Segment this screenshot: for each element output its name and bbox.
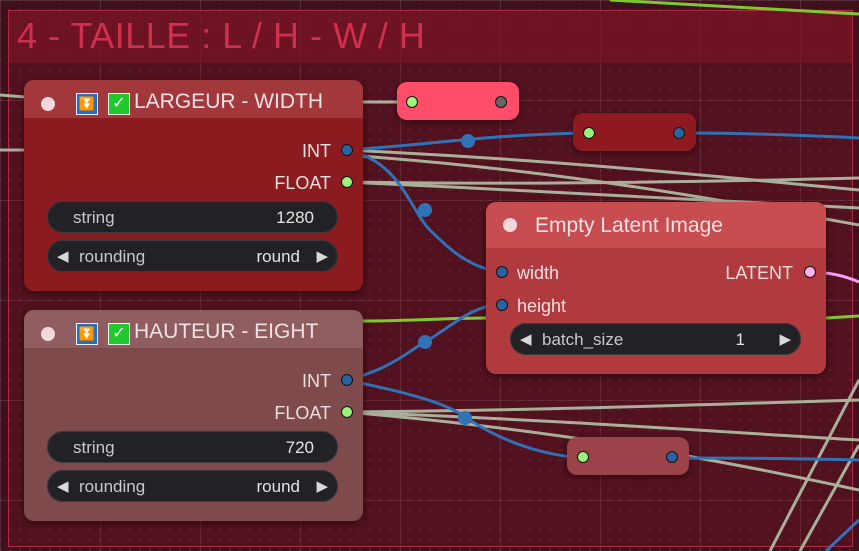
reroute-input-slot[interactable] [406, 96, 418, 108]
width-node-title: LARGEUR - WIDTH [134, 90, 323, 113]
height-int-slot[interactable] [341, 374, 353, 386]
reroute-input-slot[interactable] [577, 451, 589, 463]
left-triangle-icon[interactable]: ◀ [57, 247, 69, 265]
node-graph-canvas[interactable]: 4 - TAILLE : L / H - W / H ⏬ ✓ LARGEUR -… [0, 0, 859, 551]
left-triangle-icon[interactable]: ◀ [520, 330, 532, 348]
width-string-widget[interactable]: string 1280 [47, 201, 338, 233]
latent-batch-size-widget[interactable]: ◀ batch_size 1 ▶ [510, 323, 801, 355]
widget-label: rounding [79, 477, 146, 496]
node-collapse-dot[interactable] [503, 218, 517, 232]
width-rounding-widget[interactable]: ◀ rounding round ▶ [47, 240, 338, 272]
height-node-title-bar[interactable]: ⏬ ✓ HAUTEUR - EIGHT [24, 310, 363, 348]
reroute-node-pink[interactable] [397, 82, 519, 120]
widget-value: round [256, 477, 300, 496]
reroute-output-slot[interactable] [673, 127, 685, 139]
link-midpoint [461, 134, 475, 148]
node-collapse-dot[interactable] [41, 327, 55, 341]
right-triangle-icon[interactable]: ▶ [316, 247, 328, 265]
link-green-mid [361, 316, 491, 323]
right-triangle-icon[interactable]: ▶ [316, 477, 328, 495]
double-chevron-down-icon[interactable]: ⏬ [76, 323, 98, 345]
height-float-slot[interactable] [341, 406, 353, 418]
latent-height-label: height [517, 296, 567, 316]
width-int-label: INT [302, 141, 331, 161]
checkmark-icon[interactable]: ✓ [108, 323, 130, 345]
width-float-slot[interactable] [341, 176, 353, 188]
link-int-reroute-out [679, 131, 859, 140]
height-node-title: HAUTEUR - EIGHT [134, 320, 319, 343]
height-rounding-widget[interactable]: ◀ rounding round ▶ [47, 470, 338, 502]
reroute-input-slot[interactable] [583, 127, 595, 139]
reroute-node-dark[interactable] [573, 113, 696, 151]
link-green-top [609, 0, 859, 16]
width-int-slot[interactable] [341, 144, 353, 156]
width-node-title-bar[interactable]: ⏬ ✓ LARGEUR - WIDTH [24, 80, 363, 118]
link-float-h-1 [345, 398, 859, 414]
reroute-node-brown[interactable] [567, 437, 689, 475]
height-int-label: INT [302, 371, 331, 391]
double-chevron-down-icon[interactable]: ⏬ [76, 93, 98, 115]
checkmark-icon[interactable]: ✓ [108, 93, 130, 115]
link-float-left-top [0, 93, 26, 99]
height-string-widget[interactable]: string 720 [47, 431, 338, 463]
link-green-right [825, 314, 859, 320]
reroute-output-slot[interactable] [666, 451, 678, 463]
latent-width-input-slot[interactable] [496, 266, 508, 278]
height-float-label: FLOAT [274, 403, 331, 423]
widget-label: string [73, 438, 115, 457]
height-node[interactable]: ⏬ ✓ HAUTEUR - EIGHT INT FLOAT string 720… [24, 310, 363, 521]
latent-node-title-bar[interactable]: Empty Latent Image [486, 202, 826, 248]
left-triangle-icon[interactable]: ◀ [57, 477, 69, 495]
link-blue-bottom [824, 518, 859, 551]
latent-height-input-slot[interactable] [496, 299, 508, 311]
node-collapse-dot[interactable] [41, 97, 55, 111]
widget-label: string [73, 208, 115, 227]
widget-label: rounding [79, 247, 146, 266]
width-node[interactable]: ⏬ ✓ LARGEUR - WIDTH INT FLOAT string 128… [24, 80, 363, 291]
link-float-h-2 [345, 410, 859, 442]
latent-output-slot[interactable] [804, 266, 816, 278]
widget-value: 1 [735, 330, 745, 349]
widget-value: round [256, 247, 300, 266]
link-midpoint [418, 203, 432, 217]
widget-label: batch_size [542, 330, 624, 349]
reroute-output-slot[interactable] [495, 96, 507, 108]
widget-value: 1280 [276, 208, 314, 227]
latent-width-label: width [517, 263, 560, 283]
right-triangle-icon[interactable]: ▶ [779, 330, 791, 348]
widget-value: 720 [285, 438, 314, 457]
latent-output-label: LATENT [725, 263, 793, 283]
link-midpoint [458, 411, 472, 425]
width-float-label: FLOAT [274, 173, 331, 193]
latent-node-title: Empty Latent Image [535, 214, 723, 237]
empty-latent-image-node[interactable]: Empty Latent Image width height LATENT ◀… [486, 202, 826, 374]
link-midpoint [418, 335, 432, 349]
